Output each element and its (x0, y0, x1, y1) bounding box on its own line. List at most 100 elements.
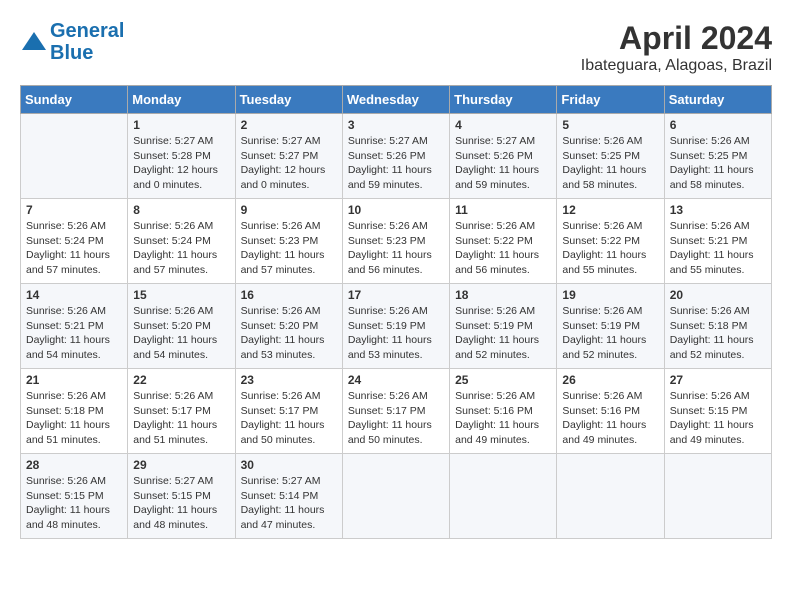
week-row-5: 28 Sunrise: 5:26 AMSunset: 5:15 PMDayligh… (21, 454, 772, 539)
day-info: Sunrise: 5:27 AMSunset: 5:15 PMDaylight:… (133, 474, 229, 533)
title-block: April 2024 Ibateguara, Alagoas, Brazil (581, 20, 772, 75)
calendar-cell: 7 Sunrise: 5:26 AMSunset: 5:24 PMDaylight… (21, 199, 128, 284)
calendar-cell: 3 Sunrise: 5:27 AMSunset: 5:26 PMDaylight… (342, 114, 449, 199)
day-info: Sunrise: 5:26 AMSunset: 5:22 PMDaylight:… (562, 219, 658, 278)
calendar-cell: 14 Sunrise: 5:26 AMSunset: 5:21 PMDayligh… (21, 284, 128, 369)
day-info: Sunrise: 5:27 AMSunset: 5:28 PMDaylight:… (133, 134, 229, 193)
month-title: April 2024 (581, 20, 772, 57)
calendar-cell: 30 Sunrise: 5:27 AMSunset: 5:14 PMDayligh… (235, 454, 342, 539)
calendar-header-row: SundayMondayTuesdayWednesdayThursdayFrid… (21, 86, 772, 114)
day-number: 19 (562, 288, 658, 302)
day-number: 30 (241, 458, 337, 472)
calendar-cell: 28 Sunrise: 5:26 AMSunset: 5:15 PMDayligh… (21, 454, 128, 539)
day-header-saturday: Saturday (664, 86, 771, 114)
calendar-cell: 9Sunrise: 5:26 AMSunset: 5:23 PMDaylight… (235, 199, 342, 284)
calendar-cell: 10Sunrise: 5:26 AMSunset: 5:23 PMDayligh… (342, 199, 449, 284)
day-info: Sunrise: 5:26 AMSunset: 5:19 PMDaylight:… (562, 304, 658, 363)
day-number: 2 (241, 118, 337, 132)
day-number: 22 (133, 373, 229, 387)
calendar-cell: 11 Sunrise: 5:26 AMSunset: 5:22 PMDayligh… (450, 199, 557, 284)
day-number: 3 (348, 118, 444, 132)
day-header-tuesday: Tuesday (235, 86, 342, 114)
day-number: 6 (670, 118, 766, 132)
calendar-cell: 17Sunrise: 5:26 AMSunset: 5:19 PMDayligh… (342, 284, 449, 369)
logo-text: General Blue (50, 20, 124, 64)
calendar-cell (557, 454, 664, 539)
day-header-sunday: Sunday (21, 86, 128, 114)
calendar-cell: 6 Sunrise: 5:26 AMSunset: 5:25 PMDaylight… (664, 114, 771, 199)
day-info: Sunrise: 5:27 AMSunset: 5:14 PMDaylight:… (241, 474, 337, 533)
day-info: Sunrise: 5:26 AMSunset: 5:21 PMDaylight:… (670, 219, 766, 278)
day-number: 5 (562, 118, 658, 132)
day-number: 23 (241, 373, 337, 387)
calendar-cell: 8 Sunrise: 5:26 AMSunset: 5:24 PMDaylight… (128, 199, 235, 284)
day-number: 20 (670, 288, 766, 302)
day-info: Sunrise: 5:26 AMSunset: 5:17 PMDaylight:… (133, 389, 229, 448)
calendar-cell: 26Sunrise: 5:26 AMSunset: 5:16 PMDayligh… (557, 369, 664, 454)
day-number: 10 (348, 203, 444, 217)
day-number: 28 (26, 458, 122, 472)
day-info: Sunrise: 5:27 AMSunset: 5:26 PMDaylight:… (455, 134, 551, 193)
calendar-cell: 15 Sunrise: 5:26 AMSunset: 5:20 PMDayligh… (128, 284, 235, 369)
day-info: Sunrise: 5:26 AMSunset: 5:24 PMDaylight:… (26, 219, 122, 278)
day-info: Sunrise: 5:26 AMSunset: 5:21 PMDaylight:… (26, 304, 122, 363)
day-number: 24 (348, 373, 444, 387)
day-info: Sunrise: 5:26 AMSunset: 5:25 PMDaylight:… (562, 134, 658, 193)
day-info: Sunrise: 5:26 AMSunset: 5:22 PMDaylight:… (455, 219, 551, 278)
day-info: Sunrise: 5:27 AMSunset: 5:27 PMDaylight:… (241, 134, 337, 193)
day-number: 8 (133, 203, 229, 217)
day-number: 12 (562, 203, 658, 217)
calendar-cell: 13Sunrise: 5:26 AMSunset: 5:21 PMDayligh… (664, 199, 771, 284)
day-info: Sunrise: 5:26 AMSunset: 5:16 PMDaylight:… (455, 389, 551, 448)
day-info: Sunrise: 5:26 AMSunset: 5:17 PMDaylight:… (241, 389, 337, 448)
day-number: 21 (26, 373, 122, 387)
day-header-thursday: Thursday (450, 86, 557, 114)
day-header-wednesday: Wednesday (342, 86, 449, 114)
calendar-cell: 22 Sunrise: 5:26 AMSunset: 5:17 PMDayligh… (128, 369, 235, 454)
calendar-cell: 12 Sunrise: 5:26 AMSunset: 5:22 PMDayligh… (557, 199, 664, 284)
day-number: 14 (26, 288, 122, 302)
logo-line1: General (50, 20, 124, 42)
calendar-table: SundayMondayTuesdayWednesdayThursdayFrid… (20, 85, 772, 539)
day-info: Sunrise: 5:26 AMSunset: 5:18 PMDaylight:… (26, 389, 122, 448)
calendar-cell: 20Sunrise: 5:26 AMSunset: 5:18 PMDayligh… (664, 284, 771, 369)
calendar-cell: 1Sunrise: 5:27 AMSunset: 5:28 PMDaylight… (128, 114, 235, 199)
logo-icon (20, 28, 48, 56)
calendar-cell (664, 454, 771, 539)
calendar-cell: 27Sunrise: 5:26 AMSunset: 5:15 PMDayligh… (664, 369, 771, 454)
calendar-cell: 5 Sunrise: 5:26 AMSunset: 5:25 PMDaylight… (557, 114, 664, 199)
week-row-2: 7 Sunrise: 5:26 AMSunset: 5:24 PMDaylight… (21, 199, 772, 284)
day-info: Sunrise: 5:26 AMSunset: 5:20 PMDaylight:… (133, 304, 229, 363)
week-row-4: 21 Sunrise: 5:26 AMSunset: 5:18 PMDayligh… (21, 369, 772, 454)
calendar-cell: 29 Sunrise: 5:27 AMSunset: 5:15 PMDayligh… (128, 454, 235, 539)
calendar-cell: 24 Sunrise: 5:26 AMSunset: 5:17 PMDayligh… (342, 369, 449, 454)
week-row-3: 14 Sunrise: 5:26 AMSunset: 5:21 PMDayligh… (21, 284, 772, 369)
day-number: 15 (133, 288, 229, 302)
day-info: Sunrise: 5:26 AMSunset: 5:17 PMDaylight:… (348, 389, 444, 448)
calendar-cell: 2 Sunrise: 5:27 AMSunset: 5:27 PMDaylight… (235, 114, 342, 199)
calendar-cell: 18Sunrise: 5:26 AMSunset: 5:19 PMDayligh… (450, 284, 557, 369)
calendar-body: 1Sunrise: 5:27 AMSunset: 5:28 PMDaylight… (21, 114, 772, 539)
day-number: 27 (670, 373, 766, 387)
calendar-cell: 25 Sunrise: 5:26 AMSunset: 5:16 PMDayligh… (450, 369, 557, 454)
day-number: 7 (26, 203, 122, 217)
day-number: 29 (133, 458, 229, 472)
calendar-cell (342, 454, 449, 539)
calendar-cell: 16Sunrise: 5:26 AMSunset: 5:20 PMDayligh… (235, 284, 342, 369)
day-info: Sunrise: 5:27 AMSunset: 5:26 PMDaylight:… (348, 134, 444, 193)
page-header: General Blue April 2024 Ibateguara, Alag… (20, 20, 772, 75)
day-info: Sunrise: 5:26 AMSunset: 5:24 PMDaylight:… (133, 219, 229, 278)
day-number: 17 (348, 288, 444, 302)
day-info: Sunrise: 5:26 AMSunset: 5:16 PMDaylight:… (562, 389, 658, 448)
day-number: 4 (455, 118, 551, 132)
logo: General Blue (20, 20, 124, 64)
calendar-cell: 23 Sunrise: 5:26 AMSunset: 5:17 PMDayligh… (235, 369, 342, 454)
day-number: 9 (241, 203, 337, 217)
day-number: 11 (455, 203, 551, 217)
day-number: 25 (455, 373, 551, 387)
day-header-monday: Monday (128, 86, 235, 114)
day-info: Sunrise: 5:26 AMSunset: 5:19 PMDaylight:… (455, 304, 551, 363)
day-info: Sunrise: 5:26 AMSunset: 5:25 PMDaylight:… (670, 134, 766, 193)
day-info: Sunrise: 5:26 AMSunset: 5:15 PMDaylight:… (26, 474, 122, 533)
calendar-cell (21, 114, 128, 199)
